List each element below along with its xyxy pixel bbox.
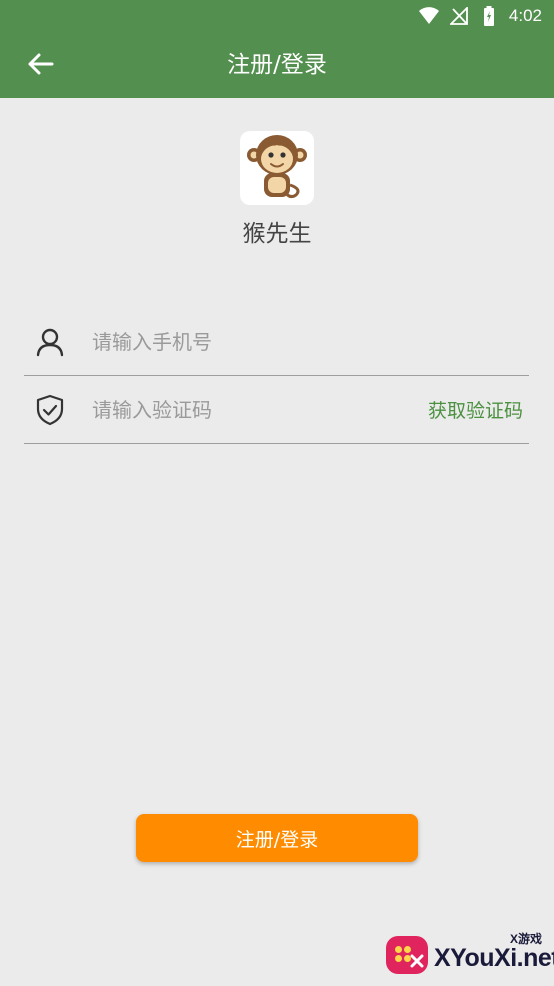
status-time: 4:02 [508,6,542,25]
no-signal-icon [449,6,469,26]
wifi-icon [418,6,439,26]
get-code-button[interactable]: 获取验证码 [428,398,523,424]
app-logo [240,131,314,205]
phone-input[interactable] [92,324,392,360]
watermark-text: XYouXi.net [434,944,554,972]
page-title: 注册/登录 [227,52,327,78]
phone-field [24,308,529,376]
user-icon [34,326,66,358]
monkey-icon [246,133,308,203]
gamepad-icon [386,936,428,974]
verification-code-input[interactable] [92,392,392,428]
watermark-logo: X游戏 XYouXi.net [384,928,554,982]
top-app-bar: 4:02 注册/登录 [0,0,554,98]
register-login-button[interactable]: 注册/登录 [136,814,418,862]
status-bar: 4:02 [418,4,542,28]
verification-code-field: 获取验证码 [24,376,529,444]
battery-icon [479,6,499,26]
shield-check-icon [34,394,66,426]
app-name: 猴先生 [242,221,312,247]
